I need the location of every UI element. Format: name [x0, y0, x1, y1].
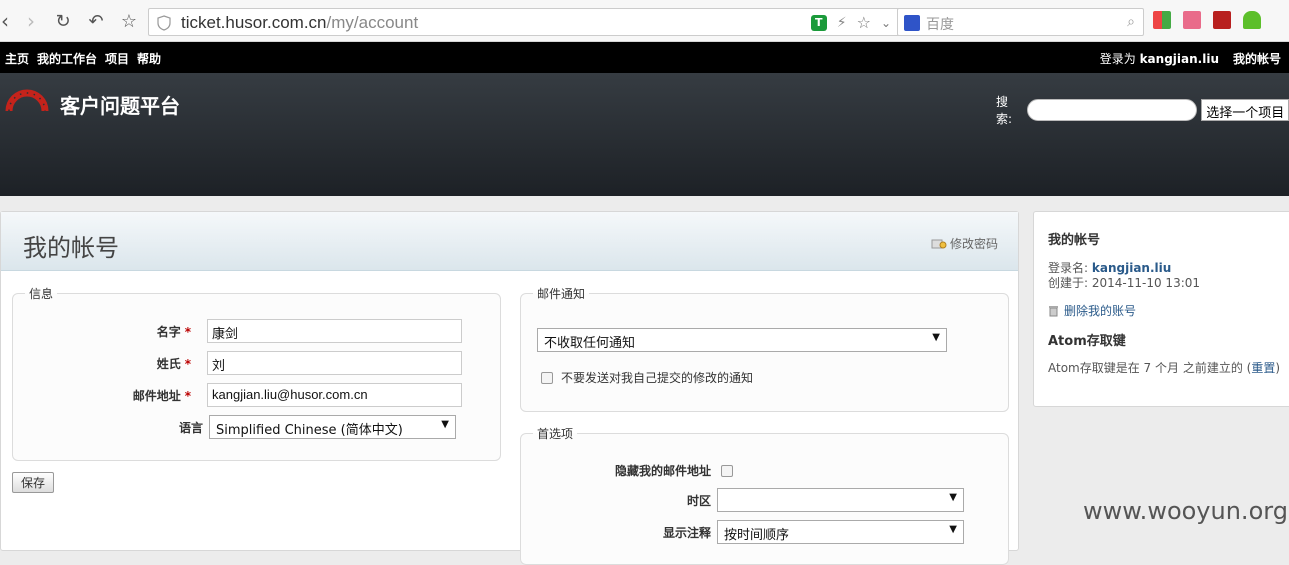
language-label: 语言 [178, 420, 203, 435]
menu-help[interactable]: 帮助 [137, 50, 161, 67]
search-icon[interactable]: ⌕ [1127, 14, 1135, 30]
email-field[interactable]: kangjian.liu@husor.com.cn [207, 383, 462, 407]
menu-projects[interactable]: 项目 [105, 50, 129, 67]
change-password-link[interactable]: 修改密码 [931, 235, 998, 252]
delete-account-link[interactable]: 删除我的账号 [1048, 302, 1136, 319]
info-legend: 信息 [29, 287, 54, 301]
lastname-field[interactable]: 刘 [207, 351, 462, 375]
site-header: 客户问题平台 搜索: 选择一个项目 [0, 73, 1289, 196]
lightning-icon[interactable]: ⚡ [837, 15, 847, 31]
hide-mail-checkbox[interactable] [721, 464, 733, 477]
menu-my-page[interactable]: 我的工作台 [37, 50, 97, 67]
undo-icon[interactable]: ↶ [83, 8, 109, 34]
logged-as: 登录为 kangjian.liu [1099, 52, 1219, 66]
content-header: 我的帐号 修改密码 [1, 212, 1018, 271]
address-bar[interactable]: ticket.husor.com.cn/my/account T ⚡ ☆ ⌄ [148, 8, 900, 36]
mail-notification-select[interactable]: 不收取任何通知 ▼ [537, 328, 947, 352]
reload-icon[interactable]: ↻ [50, 8, 76, 34]
dropdown-arrow-icon: ▼ [441, 419, 449, 430]
search-placeholder: 百度 [926, 17, 954, 33]
comments-sorting-label: 显示注释 [662, 525, 711, 540]
top-menu: 主页 我的工作台 项目 帮助 登录为 kangjian.liu 我的帐号 [0, 42, 1289, 73]
logged-user-link[interactable]: kangjian.liu [1140, 52, 1219, 66]
created-line: 创建于: 2014-11-10 13:01 [1048, 276, 1201, 290]
firstname-label: 名字 * [156, 324, 191, 339]
firstname-field[interactable]: 康剑 [207, 319, 462, 343]
atom-reset-link[interactable]: 重置 [1251, 361, 1275, 375]
atom-title: Atom存取键 [1048, 334, 1126, 349]
dropdown-arrow-icon: ▼ [949, 492, 957, 503]
save-button[interactable]: 保存 [12, 472, 55, 493]
watermark-text: www.wooyun.org [1083, 497, 1288, 525]
dropdown-arrow-icon: ▼ [949, 524, 957, 535]
search-label: 搜索: [996, 95, 1013, 126]
android-icon[interactable] [1243, 11, 1261, 29]
mail-notification-legend: 邮件通知 [537, 287, 586, 301]
back-icon[interactable]: ‹ [0, 8, 18, 34]
site-title: 客户问题平台 [60, 94, 180, 118]
no-self-notified-checkbox[interactable] [541, 371, 553, 384]
key-icon [931, 239, 947, 248]
email-label: 邮件地址 * [132, 388, 191, 403]
language-select[interactable]: Simplified Chinese (简体中文) ▼ [209, 415, 456, 439]
sidebar-title: 我的帐号 [1048, 233, 1101, 248]
baidu-paw-icon [904, 15, 920, 31]
lastname-label: 姓氏 * [156, 356, 191, 371]
security-t-icon[interactable]: T [810, 14, 827, 31]
main-content: 我的帐号 修改密码 信息 名字 * 康剑 姓氏 * 刘 邮件地址 * kangjian… [0, 211, 1019, 565]
timezone-select[interactable]: ▼ [717, 488, 964, 512]
shield-icon [157, 15, 171, 31]
redmine-logo-icon [5, 89, 49, 112]
browser-search-input[interactable]: 百度 ⌕ [897, 8, 1144, 36]
sidebar: 我的帐号 登录名: kangjian.liu 创建于: 2014-11-10 1… [1033, 211, 1289, 407]
page-title: 我的帐号 [23, 234, 119, 262]
url-text: ticket.husor.com.cn/my/account [181, 13, 419, 32]
chevron-down-icon[interactable]: ⌄ [881, 16, 891, 30]
dropdown-arrow-icon: ▼ [932, 332, 940, 343]
preferences-legend: 首选项 [537, 427, 574, 441]
menu-my-account[interactable]: 我的帐号 [1233, 50, 1281, 67]
menu-home[interactable]: 主页 [5, 50, 29, 67]
quick-search-input[interactable] [1027, 99, 1198, 121]
forward-icon[interactable]: › [18, 8, 44, 34]
login-link[interactable]: kangjian.liu [1092, 261, 1171, 275]
no-self-notified-label: 不要发送对我自己提交的修改的通知 [561, 371, 754, 385]
ticket-icon[interactable] [1183, 11, 1201, 29]
hide-mail-label: 隐藏我的邮件地址 [614, 464, 711, 478]
bookmark-star-icon[interactable]: ☆ [116, 8, 142, 34]
browser-toolbar: ‹ › ↻ ↶ ☆ ticket.husor.com.cn/my/account… [0, 0, 1289, 42]
favorite-star-icon[interactable]: ☆ [857, 13, 871, 32]
atom-text: Atom存取键是在 7 个月 之前建立的 (重置) [1048, 361, 1281, 375]
comments-sorting-select[interactable]: 按时间顺序 ▼ [717, 520, 964, 544]
timezone-label: 时区 [686, 493, 711, 508]
windows-icon[interactable] [1153, 11, 1171, 29]
trash-icon [1049, 305, 1058, 316]
project-jump-select[interactable]: 选择一个项目 [1201, 99, 1289, 121]
js-icon[interactable] [1213, 11, 1231, 29]
quick-search: 搜索: 选择一个项目 [996, 93, 1289, 127]
